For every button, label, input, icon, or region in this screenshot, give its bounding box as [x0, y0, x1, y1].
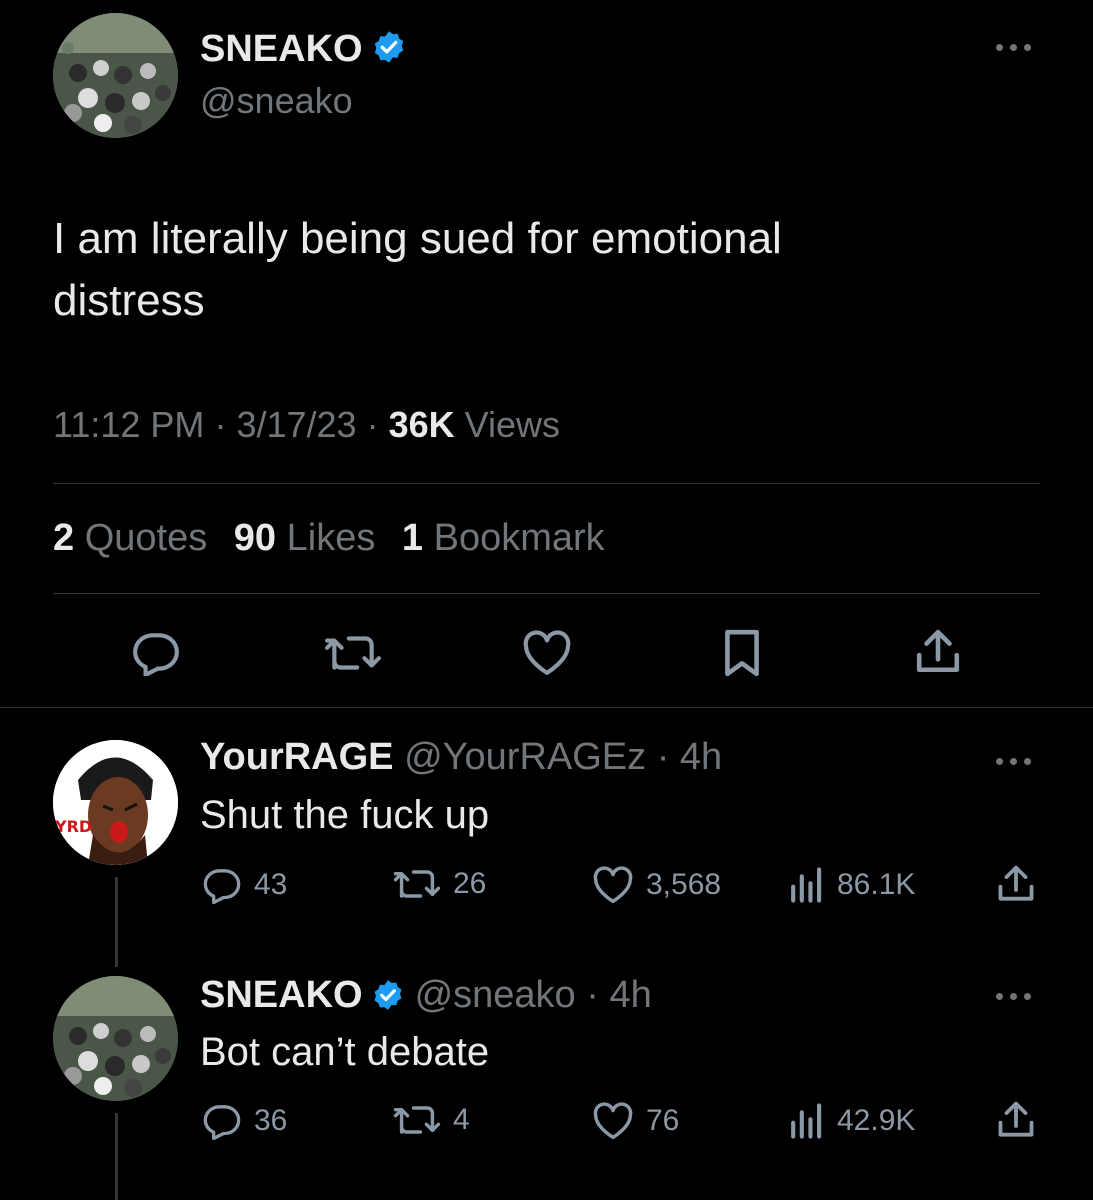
like-button[interactable]	[521, 630, 573, 676]
reply-icon	[203, 869, 241, 904]
like-count: 3,568	[646, 868, 722, 901]
share-icon	[916, 629, 960, 673]
views-icon	[791, 867, 822, 903]
reply-author-name[interactable]: YourRAGE	[200, 736, 394, 778]
svg-text:YRD: YRD	[54, 817, 92, 836]
meta-separator: ·	[646, 736, 680, 778]
quotes-label: Quotes	[84, 517, 208, 559]
retweet-icon	[393, 870, 441, 898]
reply-retweet-button[interactable]: 4	[393, 1102, 470, 1138]
main-tweet-meta: 11:12 PM · 3/17/23 · 36K Views	[53, 404, 560, 446]
thread-line	[115, 877, 118, 967]
divider	[53, 483, 1040, 484]
tweet-date[interactable]: 3/17/23	[236, 404, 356, 445]
reply-age[interactable]: 4h	[680, 736, 722, 778]
retweet-count: 26	[453, 867, 487, 900]
reply-count: 36	[254, 1104, 288, 1137]
reply-icon	[203, 1105, 241, 1140]
views-count: 36K	[388, 404, 455, 445]
main-tweet-author-row: SNEAKO	[200, 26, 407, 72]
bookmarks-count: 1	[401, 517, 424, 559]
likes-count: 90	[233, 517, 277, 559]
verified-badge-icon	[371, 978, 405, 1012]
like-count: 76	[646, 1104, 680, 1137]
quotes-link[interactable]: 2 Quotes	[53, 517, 218, 559]
like-icon	[593, 1102, 633, 1140]
share-icon	[998, 1101, 1034, 1137]
bookmarks-label: Bookmark	[433, 517, 605, 559]
reply-count: 43	[254, 868, 288, 901]
reply-age[interactable]: 4h	[609, 974, 651, 1017]
views-count: 86.1K	[837, 868, 916, 901]
reply-header: SNEAKO @sneako · 4h	[200, 972, 652, 1018]
reply-author-name[interactable]: SNEAKO	[200, 974, 363, 1017]
reply-header: YourRAGE @YourRAGEz · 4h	[200, 736, 722, 779]
main-tweet-author-name[interactable]: SNEAKO	[200, 28, 363, 71]
reply-share-button[interactable]	[997, 864, 1035, 904]
likes-label: Likes	[286, 517, 376, 559]
main-tweet-handle[interactable]: @sneako	[200, 80, 353, 122]
reply-retweet-button[interactable]: 26	[393, 866, 486, 902]
reply-more-icon[interactable]	[996, 989, 1036, 1003]
meta-separator: ·	[575, 973, 610, 1016]
retweet-icon	[393, 1106, 441, 1134]
reply-share-button[interactable]	[997, 1100, 1035, 1140]
main-tweet-more-icon[interactable]	[996, 40, 1036, 54]
bookmark-button[interactable]	[722, 628, 762, 678]
reply-handle[interactable]: @YourRAGEz	[404, 736, 646, 778]
views-label: Views	[464, 404, 561, 445]
bookmarks-link[interactable]: 1 Bookmark	[402, 517, 605, 559]
reply-handle[interactable]: @sneako	[415, 974, 576, 1017]
views-count: 42.9K	[837, 1104, 916, 1137]
reply-more-icon[interactable]	[996, 754, 1036, 768]
verified-badge-icon	[371, 29, 407, 70]
views-icon	[791, 1103, 822, 1139]
reply-views-button[interactable]: 86.1K	[789, 866, 915, 904]
main-tweet-text: I am literally being sued for emotional …	[53, 214, 782, 325]
meta-separator: ·	[366, 404, 389, 445]
share-icon	[998, 865, 1034, 901]
divider	[0, 707, 1093, 708]
retweet-button[interactable]	[324, 632, 382, 674]
reply-text: Bot can’t debate	[200, 1030, 490, 1074]
reply-icon	[133, 633, 179, 676]
reply-like-button[interactable]: 3,568	[592, 866, 721, 904]
quotes-count: 2	[53, 517, 75, 559]
reply-text: Shut the fuck up	[200, 793, 490, 837]
main-tweet-avatar[interactable]	[53, 13, 178, 138]
like-icon	[523, 630, 571, 675]
share-button[interactable]	[915, 628, 961, 676]
reply-reply-button[interactable]: 36	[202, 1102, 287, 1140]
reply-reply-button[interactable]: 43	[202, 866, 287, 904]
reply-avatar[interactable]	[53, 976, 178, 1101]
engagement-stats-row: 2 Quotes 90 Likes 1 Bookmark	[53, 517, 605, 560]
tweet-time[interactable]: 11:12 PM	[53, 404, 204, 445]
likes-link[interactable]: 90 Likes	[234, 517, 386, 559]
retweet-icon	[325, 636, 381, 670]
reply-button[interactable]	[131, 630, 181, 676]
thread-line	[115, 1113, 118, 1200]
bookmark-icon	[725, 629, 759, 677]
meta-separator: ·	[214, 404, 237, 445]
reply-views-button[interactable]: 42.9K	[789, 1102, 915, 1140]
reply-avatar[interactable]: YRD	[53, 740, 178, 865]
divider	[53, 593, 1040, 594]
like-icon	[593, 866, 633, 904]
reply-like-button[interactable]: 76	[592, 1102, 679, 1140]
retweet-count: 4	[453, 1103, 470, 1136]
